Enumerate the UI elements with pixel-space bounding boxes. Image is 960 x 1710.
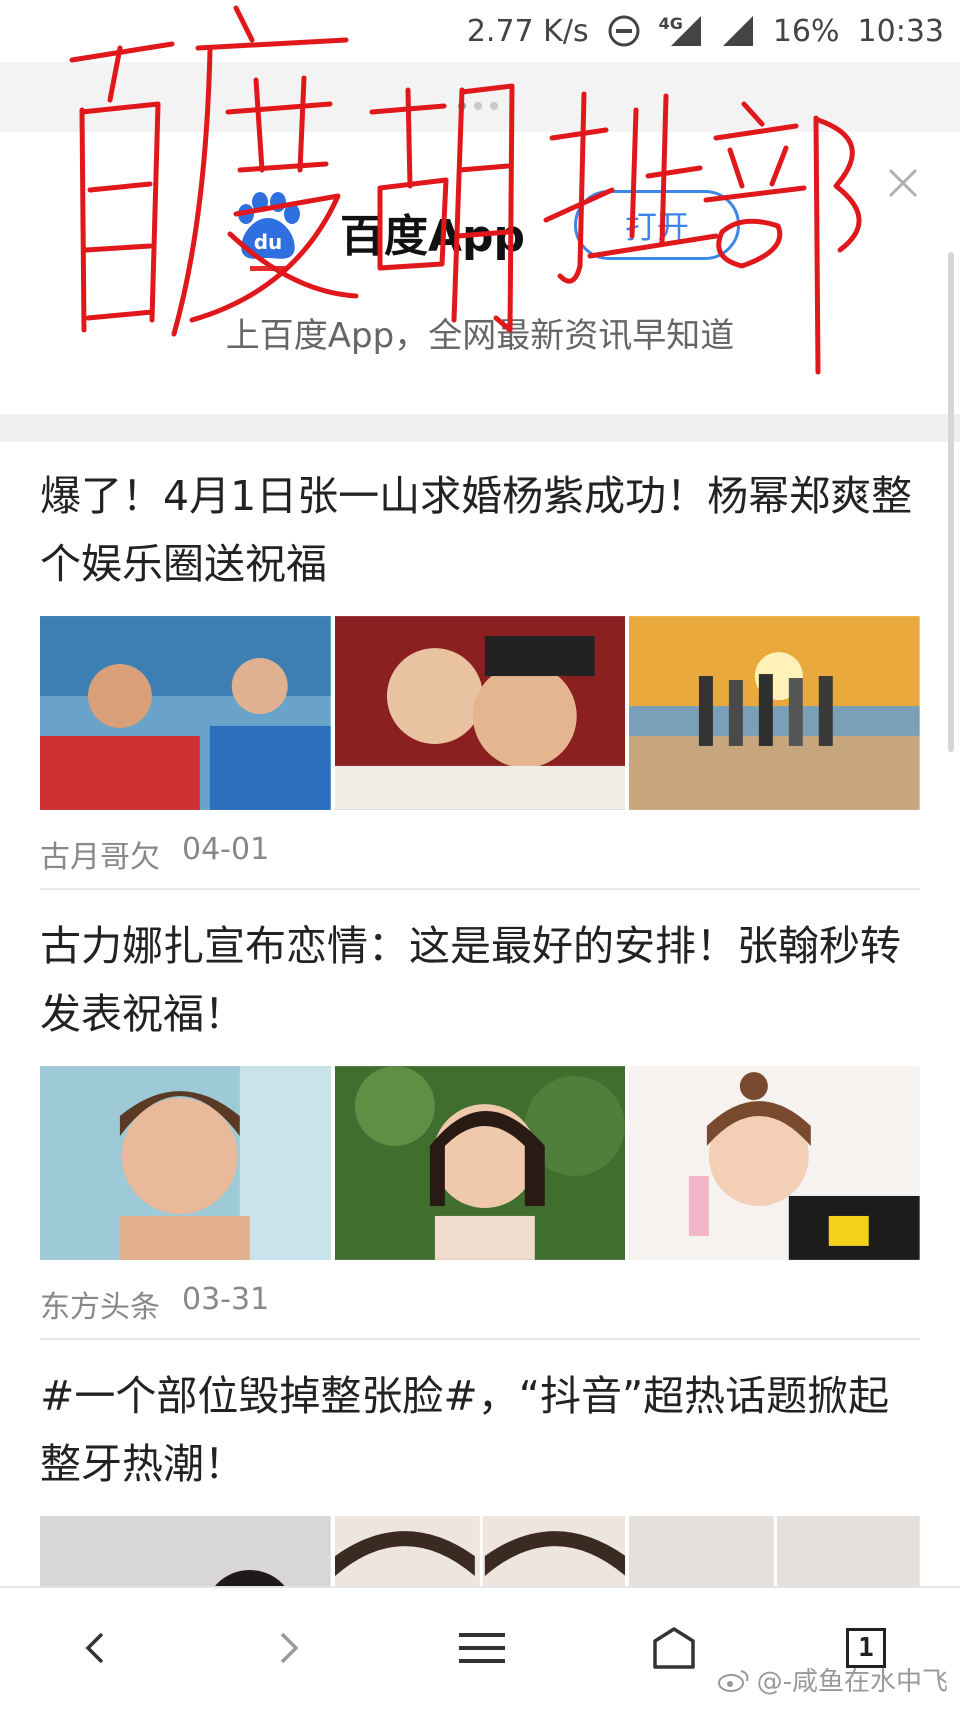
browser-nav-bar: 1 @-咸鱼在水中飞 [0, 1586, 960, 1710]
baidu-paw-logo-icon: du [238, 192, 300, 271]
list-divider [40, 1338, 920, 1340]
news-date: 04-01 [182, 832, 270, 867]
news-meta: 古月哥欠 04-01 [40, 832, 920, 876]
news-thumbnails [40, 616, 921, 810]
news-meta: 东方头条 03-31 [40, 1282, 920, 1326]
chevron-right-icon [280, 1632, 299, 1664]
banner-tagline: 上百度App，全网最新资讯早知道 [225, 316, 735, 356]
app-name: 百度App [340, 211, 526, 262]
carousel-dot [474, 102, 482, 110]
home-button[interactable] [644, 1618, 704, 1678]
news-thumbnail [40, 616, 331, 810]
banner-top-band [0, 62, 960, 132]
news-thumbnail [40, 1066, 331, 1260]
scrollbar[interactable] [948, 252, 954, 752]
news-item[interactable]: 古力娜扎宣布恋情：这是最好的安排！张翰秒转发表祝福！ 东方头条 03-31 [40, 912, 921, 1326]
cellular-signal-icon: 4G [659, 14, 703, 48]
carousel-dot [458, 102, 466, 110]
menu-icon [459, 1633, 505, 1663]
tab-count: 1 [858, 1633, 874, 1663]
list-divider [40, 888, 920, 890]
news-source: 东方头条 [40, 1290, 160, 1325]
section-separator [0, 414, 960, 442]
watermark: @-咸鱼在水中飞 [717, 1661, 948, 1698]
status-bar: 2.77 K/s 4G 16% 10:33 [0, 0, 960, 62]
news-thumbnails [40, 1066, 921, 1260]
carousel-dots [458, 102, 498, 110]
news-title: 古力娜扎宣布恋情：这是最好的安排！张翰秒转发表祝福！ [40, 922, 901, 1038]
clock: 10:33 [857, 13, 944, 49]
carousel-dot [490, 102, 498, 110]
home-icon [653, 1627, 695, 1669]
net-speed: 2.77 K/s [466, 13, 589, 49]
news-thumbnail [334, 616, 626, 810]
news-thumbnail [629, 1066, 921, 1260]
logo-text: du [254, 230, 283, 254]
news-item[interactable]: 爆了！4月1日张一山求婚杨紫成功！杨幂郑爽整个娱乐圈送祝福 古月哥欠 04-01 [40, 462, 921, 876]
news-thumbnail [629, 616, 921, 810]
close-icon[interactable] [886, 166, 920, 200]
news-title: #一个部位毁掉整张脸#，“抖音”超热话题掀起整牙热潮！ [40, 1372, 890, 1488]
do-not-disturb-icon [607, 14, 641, 48]
open-app-button[interactable]: 打开 [574, 190, 740, 260]
cellular-signal-icon-2 [721, 14, 755, 48]
menu-button[interactable] [452, 1618, 512, 1678]
forward-button[interactable] [258, 1618, 318, 1678]
battery-level: 16% [772, 13, 840, 49]
back-button[interactable] [66, 1618, 126, 1678]
news-thumbnail [334, 1066, 626, 1260]
news-title: 爆了！4月1日张一山求婚杨紫成功！杨幂郑爽整个娱乐圈送祝福 [40, 472, 913, 588]
app-promo-banner[interactable]: du 百度App 打开 上百度App，全网最新资讯早知道 [0, 132, 960, 414]
weibo-icon [717, 1669, 748, 1692]
watermark-text: @-咸鱼在水中飞 [756, 1667, 948, 1697]
news-source: 古月哥欠 [40, 840, 160, 875]
news-date: 03-31 [182, 1282, 270, 1317]
chevron-left-icon [85, 1632, 104, 1664]
